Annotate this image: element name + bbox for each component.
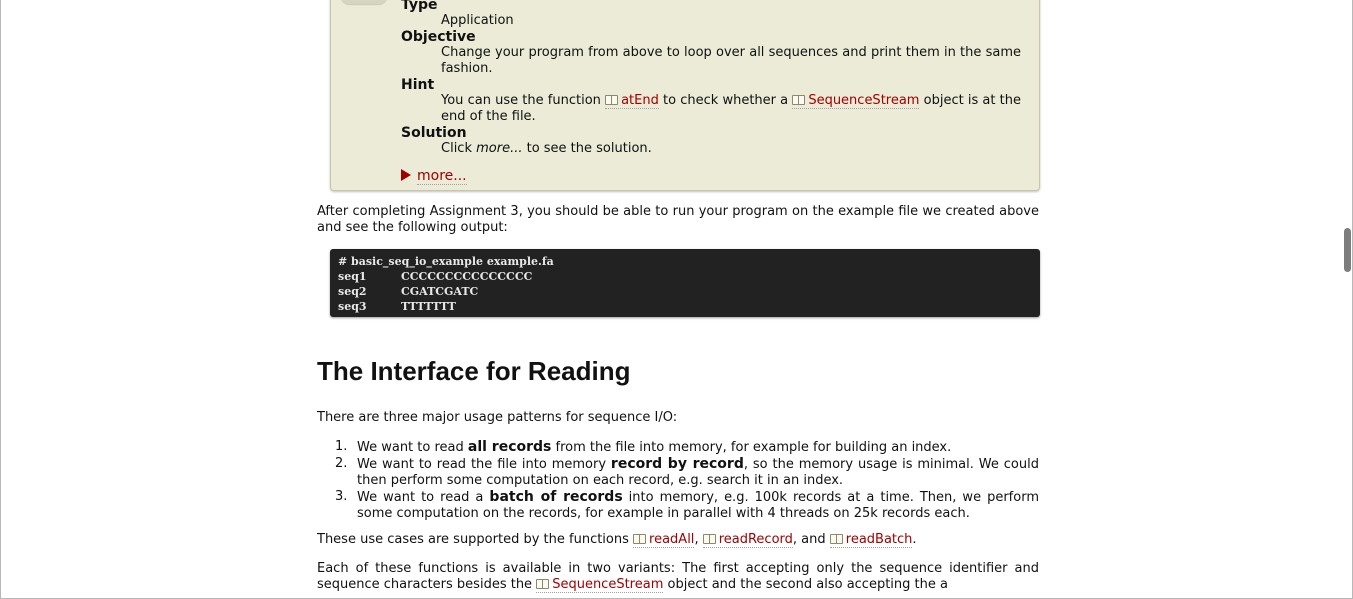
type-value: Application <box>441 13 514 28</box>
list-item: 2. We want to read the file into memory r… <box>317 456 1039 489</box>
use-cases-post: . <box>912 532 917 547</box>
more-label: more... <box>417 168 467 185</box>
list-pre: We want to read the file into memory <box>357 457 611 472</box>
list-number: 1. <box>335 439 348 454</box>
seq-chars: TTTTTTT <box>401 300 456 313</box>
objective-label: Objective <box>401 29 476 45</box>
solution-label: Solution <box>401 125 467 141</box>
book-icon <box>633 534 647 544</box>
list-pre: We want to read a <box>357 490 490 505</box>
list-number: 3. <box>335 489 348 504</box>
seq-id: seq2 <box>338 285 367 298</box>
readrecord-link[interactable]: readRecord <box>702 532 793 548</box>
solution-text: Click more... to see the solution. <box>441 141 1021 157</box>
list-pre: We want to read <box>357 440 468 455</box>
book-icon <box>829 534 843 544</box>
code-row: seq1 CCCCCCCCCCCCCCC <box>338 269 1032 284</box>
list-bold: record by record <box>610 456 744 472</box>
intro-text: There are three major usage patterns for… <box>317 410 678 425</box>
use-cases-sep: , and <box>792 532 830 547</box>
code-row: seq3 TTTTTTT <box>338 299 1032 314</box>
hint-label: Hint <box>401 77 435 93</box>
assignment-tab <box>341 0 387 4</box>
hint-mid: to check whether a <box>658 93 793 108</box>
book-icon <box>536 579 550 589</box>
use-cases-pre: These use cases are supported by the fun… <box>317 532 634 547</box>
variants-post: object and the second also accepting the… <box>663 577 948 592</box>
vertical-scrollbar[interactable] <box>1344 228 1351 272</box>
use-cases-sep: , <box>694 532 703 547</box>
list-item: 3. We want to read a batch of records int… <box>317 489 1039 522</box>
readbatch-link[interactable]: readBatch <box>829 532 913 548</box>
atend-link-label: atEnd <box>621 93 659 108</box>
solution-pre: Click <box>441 141 477 156</box>
section-heading: The Interface for Reading <box>317 356 631 386</box>
solution-em: more... <box>476 141 523 156</box>
readall-link-label: readAll <box>649 532 695 547</box>
list-bold: all records <box>467 439 552 455</box>
sequencestream-link-label: SequenceStream <box>552 577 664 592</box>
list-number: 2. <box>335 456 348 471</box>
use-cases-text: These use cases are supported by the fun… <box>317 532 1039 548</box>
seq-chars: CGATCGATC <box>401 285 479 298</box>
book-icon <box>792 95 806 105</box>
readall-link[interactable]: readAll <box>633 532 695 548</box>
code-block: # basic_seq_io_example example.fa seq1 CC… <box>330 249 1040 317</box>
readrecord-link-label: readRecord <box>718 532 793 547</box>
list-post: from the file into memory, for example f… <box>551 440 952 455</box>
after-assignment-text: After completing Assignment 3, you shoul… <box>317 204 1039 235</box>
readbatch-link-label: readBatch <box>845 532 913 547</box>
more-toggle[interactable]: more... <box>401 168 467 185</box>
book-icon <box>605 95 619 105</box>
assignment-details: Type Application Objective Change your p… <box>401 0 1021 157</box>
atend-link[interactable]: atEnd <box>605 93 659 109</box>
solution-post: to see the solution. <box>522 141 652 156</box>
objective-text: Change your program from above to loop o… <box>441 45 1021 76</box>
book-icon <box>702 534 716 544</box>
hint-text: You can use the function atEnd to check … <box>441 93 1021 125</box>
list-item: 1. We want to read all records from the f… <box>317 439 1039 456</box>
sequencestream-link[interactable]: SequenceStream <box>536 577 664 593</box>
seq-chars: CCCCCCCCCCCCCCC <box>401 270 533 283</box>
code-command: # basic_seq_io_example example.fa <box>338 255 554 268</box>
list-bold: batch of records <box>489 489 623 505</box>
variants-text: Each of these functions is available in … <box>317 561 1039 593</box>
code-row: seq2 CGATCGATC <box>338 284 1032 299</box>
sequencestream-link-label: SequenceStream <box>808 93 920 108</box>
usage-pattern-list: 1. We want to read all records from the f… <box>317 439 1039 522</box>
expand-triangle-icon <box>401 169 411 181</box>
seq-id: seq1 <box>338 270 367 283</box>
hint-pre: You can use the function <box>441 93 606 108</box>
sequencestream-link[interactable]: SequenceStream <box>792 93 920 109</box>
seq-id: seq3 <box>338 300 367 313</box>
type-label: Type <box>401 0 438 13</box>
